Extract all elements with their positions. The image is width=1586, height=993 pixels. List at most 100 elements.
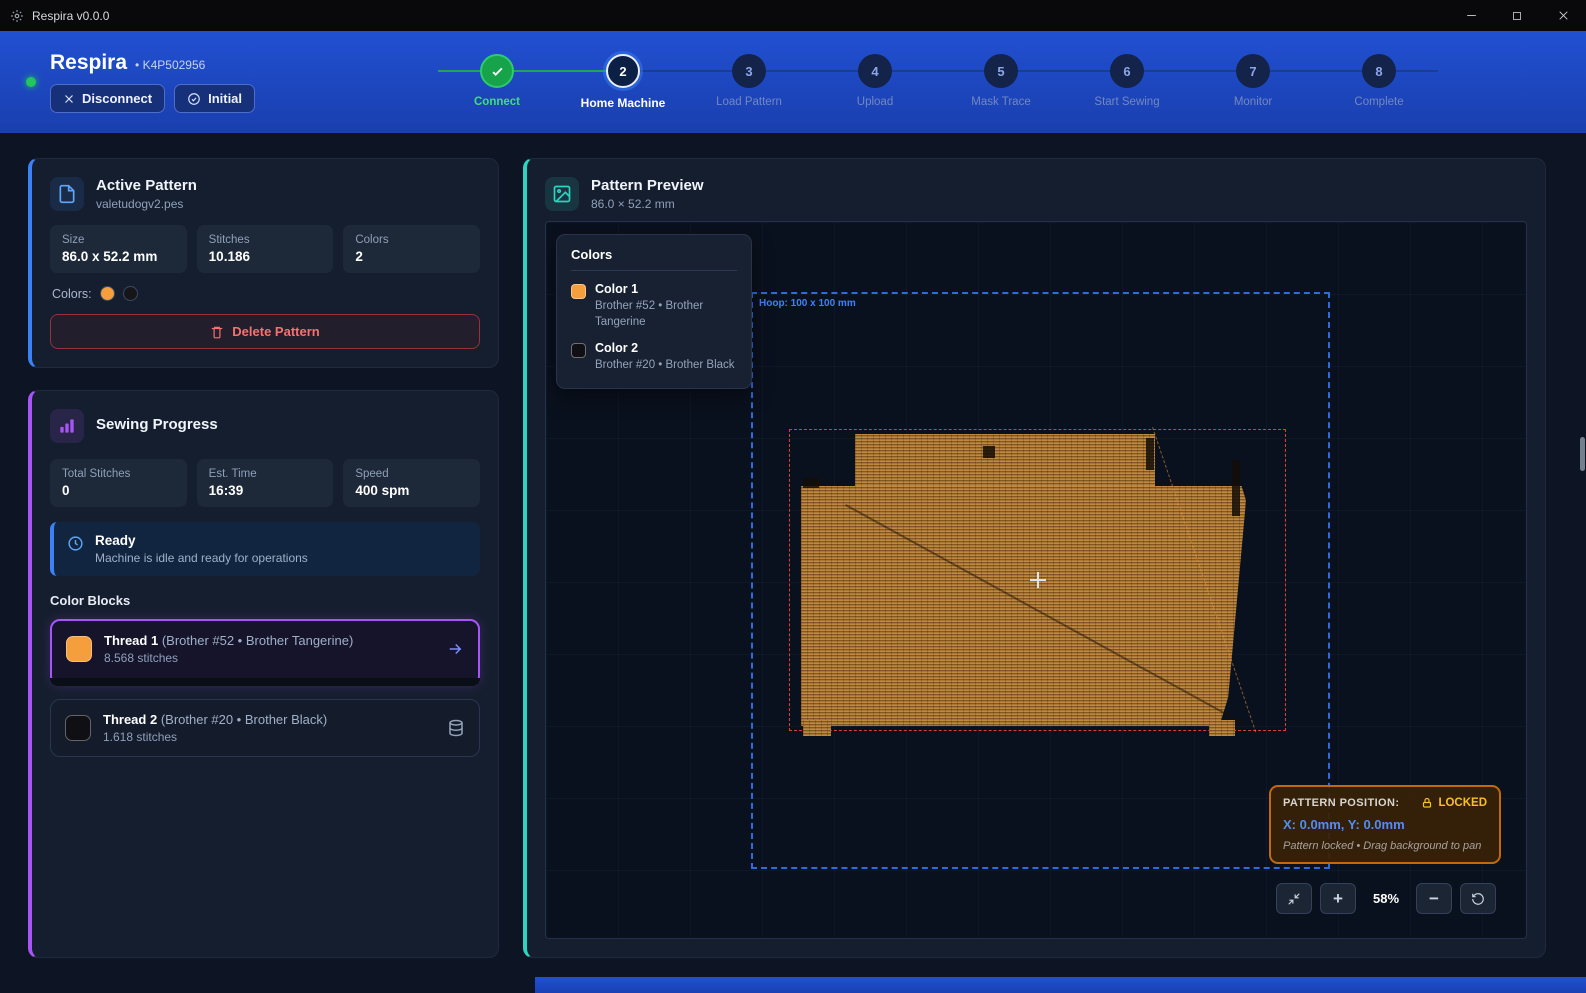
disconnect-label: Disconnect bbox=[82, 91, 152, 106]
pattern-dark-detail bbox=[1232, 460, 1240, 516]
delete-pattern-button[interactable]: Delete Pattern bbox=[50, 314, 480, 349]
stepper-line bbox=[438, 70, 480, 72]
app-icon bbox=[10, 9, 24, 23]
refresh-icon bbox=[1471, 892, 1485, 906]
preview-title: Pattern Preview bbox=[591, 177, 704, 194]
step-label: Start Sewing bbox=[1094, 96, 1159, 108]
fit-to-view-button[interactable] bbox=[1276, 883, 1312, 914]
connection-status-dot bbox=[26, 77, 36, 87]
color-legend-item-1: Color 1 Brother #52 • Brother Tangerine bbox=[571, 282, 737, 330]
pattern-coordinates: X: 0.0mm, Y: 0.0mm bbox=[1283, 817, 1487, 832]
bar-chart-icon bbox=[50, 409, 84, 443]
step-complete: 8 Complete bbox=[1362, 54, 1396, 114]
stepper-line bbox=[514, 70, 606, 72]
stepper-line bbox=[640, 70, 732, 72]
stat-stitches: Stitches 10.186 bbox=[197, 225, 334, 273]
pattern-dark-detail bbox=[983, 446, 995, 458]
step-label: Connect bbox=[474, 96, 520, 108]
step-connect[interactable]: Connect bbox=[480, 54, 514, 114]
thread-1-stitches: 8.568 stitches bbox=[104, 651, 353, 665]
app-name: Respira bbox=[50, 51, 127, 75]
stat-colors: Colors 2 bbox=[343, 225, 480, 273]
active-pattern-card: Active Pattern valetudogv2.pes Size 86.0… bbox=[28, 158, 499, 368]
color-blocks-label: Color Blocks bbox=[50, 593, 480, 608]
reset-view-button[interactable] bbox=[1460, 883, 1496, 914]
pattern-preview-card: Pattern Preview 86.0 × 52.2 mm Hoop: 100… bbox=[523, 158, 1546, 958]
close-icon bbox=[63, 93, 75, 105]
active-pattern-title: Active Pattern bbox=[96, 177, 197, 194]
thread-2-detail: (Brother #20 • Brother Black) bbox=[161, 712, 327, 727]
initial-label: Initial bbox=[208, 91, 242, 106]
initial-button[interactable]: Initial bbox=[174, 84, 255, 113]
zoom-out-button[interactable]: − bbox=[1416, 883, 1452, 914]
color-dot-1 bbox=[100, 286, 115, 301]
thread-1-progress-bar bbox=[50, 678, 480, 686]
step-mask-trace: 5 Mask Trace bbox=[984, 54, 1018, 114]
image-icon bbox=[545, 177, 579, 211]
status-title: Ready bbox=[95, 533, 308, 548]
pattern-position-panel: PATTERN POSITION: LOCKED X: 0.0mm, Y: 0.… bbox=[1269, 785, 1501, 864]
pattern-dark-detail bbox=[1146, 438, 1154, 470]
step-label: Monitor bbox=[1234, 96, 1272, 108]
preview-canvas[interactable]: Hoop: 100 x 100 mm Colors bbox=[545, 221, 1527, 939]
step-number: 4 bbox=[858, 54, 892, 88]
zoom-level: 58% bbox=[1364, 891, 1408, 906]
step-number: 2 bbox=[606, 54, 640, 88]
color-dot-2 bbox=[123, 286, 138, 301]
thread-1-name: Thread 1 bbox=[104, 633, 158, 648]
lock-icon bbox=[1421, 797, 1433, 809]
thread-1-color-swatch bbox=[66, 636, 92, 662]
step-number: 7 bbox=[1236, 54, 1270, 88]
document-icon bbox=[50, 177, 84, 211]
color-2-desc: Brother #20 • Brother Black bbox=[595, 358, 735, 374]
pattern-position-label: PATTERN POSITION: bbox=[1283, 797, 1399, 809]
close-button[interactable] bbox=[1540, 0, 1586, 31]
check-circle-icon bbox=[187, 92, 201, 106]
stat-speed: Speed 400 spm bbox=[343, 459, 480, 507]
stat-total-stitches: Total Stitches 0 bbox=[50, 459, 187, 507]
step-label: Home Machine bbox=[581, 96, 666, 110]
status-description: Machine is idle and ready for operations bbox=[95, 551, 308, 565]
stepper-line bbox=[1144, 70, 1236, 72]
thread-block-1[interactable]: Thread 1 (Brother #52 • Brother Tangerin… bbox=[50, 619, 480, 686]
active-pattern-filename: valetudogv2.pes bbox=[96, 197, 197, 211]
zoom-in-button[interactable]: + bbox=[1320, 883, 1356, 914]
zoom-controls: + 58% − bbox=[1276, 883, 1496, 914]
thread-2-name: Thread 2 bbox=[103, 712, 157, 727]
left-column: Active Pattern valetudogv2.pes Size 86.0… bbox=[28, 158, 499, 958]
scrollbar-thumb[interactable] bbox=[1580, 437, 1585, 471]
step-label: Load Pattern bbox=[716, 96, 782, 108]
device-serial: • K4P502956 bbox=[135, 58, 205, 72]
step-label: Mask Trace bbox=[971, 96, 1030, 108]
maximize-button[interactable] bbox=[1494, 0, 1540, 31]
step-start-sewing: 6 Start Sewing bbox=[1110, 54, 1144, 114]
machine-status-banner: Ready Machine is idle and ready for oper… bbox=[50, 522, 480, 576]
hoop-label: Hoop: 100 x 100 mm bbox=[759, 298, 856, 309]
locked-badge: LOCKED bbox=[1438, 797, 1487, 809]
step-number: 5 bbox=[984, 54, 1018, 88]
disconnect-button[interactable]: Disconnect bbox=[50, 84, 165, 113]
preview-dimensions: 86.0 × 52.2 mm bbox=[591, 197, 704, 211]
step-label: Complete bbox=[1354, 96, 1403, 108]
stepper-line bbox=[1270, 70, 1362, 72]
titlebar: Respira v0.0.0 bbox=[0, 0, 1586, 31]
stat-est-time: Est. Time 16:39 bbox=[197, 459, 334, 507]
stepper-line bbox=[1018, 70, 1110, 72]
color-1-desc: Brother #52 • Brother Tangerine bbox=[595, 299, 737, 330]
color-2-swatch bbox=[571, 343, 586, 358]
step-home-machine[interactable]: 2 Home Machine bbox=[606, 54, 640, 114]
header: Respira • K4P502956 Disconnect Initial C… bbox=[0, 31, 1586, 133]
minimize-button[interactable] bbox=[1448, 0, 1494, 31]
colors-legend-title: Colors bbox=[571, 247, 737, 271]
color-1-swatch bbox=[571, 284, 586, 299]
step-number: 3 bbox=[732, 54, 766, 88]
fit-icon bbox=[1287, 892, 1301, 906]
center-crosshair bbox=[1030, 572, 1046, 588]
step-number: 8 bbox=[1362, 54, 1396, 88]
color-2-name: Color 2 bbox=[595, 341, 735, 355]
thread-block-2[interactable]: Thread 2 (Brother #20 • Brother Black) 1… bbox=[50, 699, 480, 757]
delete-pattern-label: Delete Pattern bbox=[232, 324, 319, 339]
pattern-stitches-foot-left bbox=[803, 720, 831, 736]
step-monitor: 7 Monitor bbox=[1236, 54, 1270, 114]
progress-stepper: Connect 2 Home Machine 3 Load Pattern 4 … bbox=[438, 50, 1438, 114]
